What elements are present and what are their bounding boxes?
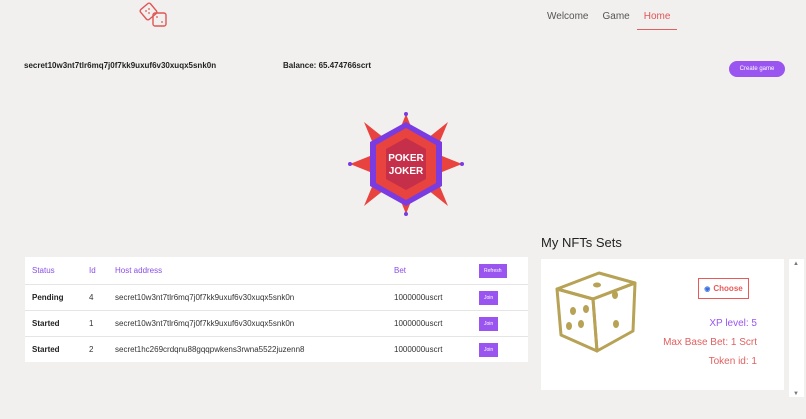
cell-host: secret1hc269crdqnu88gqqpwkens3rwna5522ju… — [115, 336, 394, 362]
banner-poker-text: POKER — [388, 153, 424, 164]
cell-bet: 1000000uscrt — [394, 284, 479, 311]
choose-nft-button[interactable]: ◉ Choose — [698, 278, 749, 299]
dice-icon — [555, 271, 637, 353]
banner-joker-text: JOKER — [389, 166, 424, 177]
cell-id: 2 — [89, 336, 115, 362]
table-row: Started 2 secret1hc269crdqnu88gqqpwkens3… — [25, 336, 528, 362]
nft-xp-level: XP level: 5 — [709, 318, 757, 329]
choose-label: Choose — [713, 284, 743, 293]
join-button[interactable]: Join — [479, 290, 499, 305]
cell-action: Join — [479, 284, 528, 311]
top-nav: Welcome Game Home — [541, 6, 678, 30]
cell-action: Join — [479, 336, 528, 362]
dice-logo-icon — [139, 2, 167, 27]
tab-game[interactable]: Game — [596, 6, 637, 30]
create-game-button[interactable]: Create game — [729, 61, 785, 77]
scroll-up-icon[interactable]: ▲ — [793, 261, 799, 267]
wallet-address: secret10w3nt7tlr6mq7j0f7kk9uxuf6v30xuqx5… — [24, 61, 217, 70]
cell-bet: 1000000uscrt — [394, 310, 479, 337]
nft-token-id: Token id: 1 — [708, 356, 757, 367]
col-host-address: Host address — [115, 266, 163, 275]
refresh-button[interactable]: Refresh — [479, 263, 507, 278]
nft-card: ◉ Choose XP level: 5 Max Base Bet: 1 Scr… — [541, 259, 784, 390]
radio-icon: ◉ — [704, 285, 711, 293]
games-table: Status Id Host address Bet Refresh Pendi… — [25, 257, 528, 362]
cell-action: Join — [479, 310, 528, 337]
col-status: Status — [32, 266, 55, 275]
cell-id: 4 — [89, 284, 115, 311]
wallet-balance: Balance: 65.474766scrt — [283, 61, 372, 70]
cell-host: secret10w3nt7tlr6mq7j0f7kk9uxuf6v30xuqx5… — [115, 310, 394, 337]
cell-status: Started — [25, 336, 89, 362]
tab-home[interactable]: Home — [636, 6, 678, 30]
scroll-down-icon[interactable]: ▼ — [793, 391, 799, 397]
nft-scrollbar[interactable]: ▲ ▼ — [789, 259, 804, 397]
join-button[interactable]: Join — [479, 316, 499, 331]
col-id: Id — [89, 266, 96, 275]
cell-host: secret10w3nt7tlr6mq7j0f7kk9uxuf6v30xuqx5… — [115, 284, 394, 311]
cell-bet: 1000000uscrt — [394, 336, 479, 362]
cell-status: Pending — [25, 284, 89, 311]
cell-id: 1 — [89, 310, 115, 337]
join-button[interactable]: Join — [479, 342, 499, 357]
nfts-section-title: My NFTs Sets — [541, 235, 622, 250]
col-bet: Bet — [394, 266, 407, 275]
table-row: Pending 4 secret10w3nt7tlr6mq7j0f7kk9uxu… — [25, 284, 528, 311]
nft-max-base-bet: Max Base Bet: 1 Scrt — [663, 337, 757, 348]
tab-welcome[interactable]: Welcome — [541, 6, 596, 30]
poker-joker-banner: POKER JOKER — [348, 112, 464, 216]
col-actions: Refresh — [479, 257, 528, 285]
cell-status: Started — [25, 310, 89, 337]
table-row: Started 1 secret10w3nt7tlr6mq7j0f7kk9uxu… — [25, 310, 528, 337]
